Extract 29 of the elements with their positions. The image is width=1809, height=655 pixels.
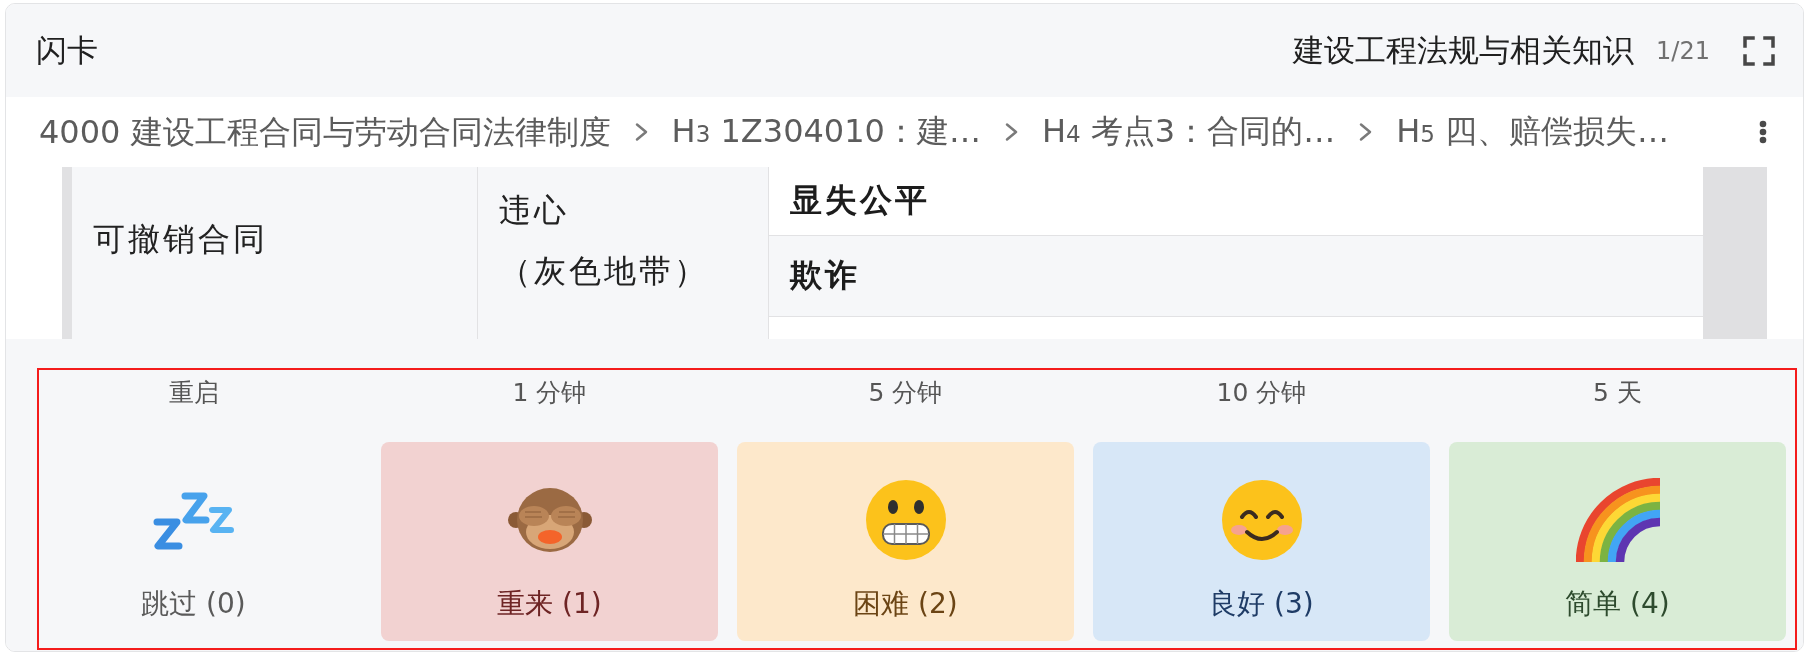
rating-button[interactable]: 重来 (1) xyxy=(381,442,718,641)
table-cell: 欺诈 xyxy=(769,236,1703,317)
interval-label: 重启 xyxy=(168,378,219,408)
interval-label: 5 天 xyxy=(1593,378,1642,408)
interval-label: 5 分钟 xyxy=(868,378,943,408)
interval-label: 1 分钟 xyxy=(512,378,587,408)
cell-text: 违心 xyxy=(499,189,569,231)
more-button[interactable] xyxy=(1759,120,1767,144)
grimacing-face-icon xyxy=(863,478,948,562)
monkey-icon xyxy=(506,486,593,554)
chevron-icon xyxy=(1358,122,1374,142)
more-icon xyxy=(1759,120,1767,144)
cell-text: （灰色地带） xyxy=(499,250,709,292)
table-cell: 可撤销合同 xyxy=(72,167,478,339)
rating-button[interactable]: 困难 (2) xyxy=(737,442,1074,641)
interval-label: 10 分钟 xyxy=(1216,378,1307,408)
rating-button[interactable]: 良好 (3) xyxy=(1093,442,1430,641)
chevron-icon xyxy=(1003,122,1019,142)
fullscreen-button[interactable] xyxy=(1743,35,1775,66)
rainbow-icon xyxy=(1575,478,1660,562)
fullscreen-icon xyxy=(1743,35,1775,66)
rating-button[interactable]: 跳过 (0) xyxy=(48,442,339,641)
card-counter: 1/21 xyxy=(1656,36,1710,65)
breadcrumb-item[interactable]: 4000 建设工程合同与劳动合同法律制度 xyxy=(39,112,611,152)
chevron-icon xyxy=(633,122,649,142)
window-title: 闪卡 xyxy=(36,30,98,70)
rating-button[interactable]: 简单 (4) xyxy=(1449,442,1786,641)
smiling-face-icon xyxy=(1219,478,1304,562)
deck-title: 建设工程法规与相关知识 xyxy=(1293,30,1635,70)
